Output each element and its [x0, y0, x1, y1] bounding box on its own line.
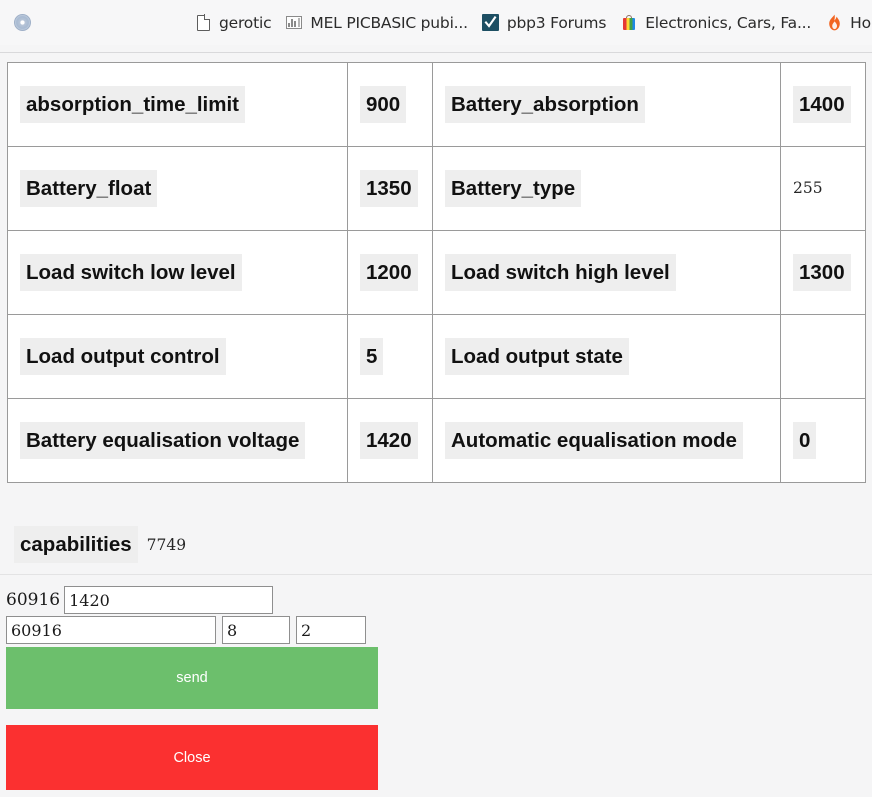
- shopping-bag-icon: [620, 14, 638, 32]
- param-value-cell: 1400: [781, 63, 866, 147]
- param-value: 1400: [793, 86, 851, 123]
- param-label: Battery equalisation voltage: [20, 422, 305, 459]
- param-value-cell: 1300: [781, 231, 866, 315]
- param-value-cell: 1350: [348, 147, 433, 231]
- flame-icon: [825, 14, 843, 32]
- param-value: 255: [793, 177, 823, 201]
- chart-icon: [285, 14, 303, 32]
- send-button[interactable]: send: [6, 647, 378, 709]
- param-name-cell: Battery equalisation voltage: [8, 399, 348, 483]
- param-value: 1420: [360, 422, 418, 459]
- bookmark-label: Electronics, Cars, Fa...: [645, 14, 811, 32]
- param-name-cell: Battery_absorption: [433, 63, 781, 147]
- param-label: Load output control: [20, 338, 226, 375]
- param-value-cell: 0: [781, 399, 866, 483]
- param-value: 1300: [793, 254, 851, 291]
- table-row: Load output control 5 Load output state: [8, 315, 866, 399]
- param-value-cell: 255: [781, 147, 866, 231]
- register-type-input[interactable]: [296, 616, 366, 644]
- param-label: absorption_time_limit: [20, 86, 245, 123]
- checkmark-square-icon: [482, 14, 500, 32]
- capabilities-label: capabilities: [14, 526, 138, 563]
- param-name-cell: absorption_time_limit: [8, 63, 348, 147]
- param-value-cell: 900: [348, 63, 433, 147]
- table-row: Load switch low level 1200 Load switch h…: [8, 231, 866, 315]
- page-content: absorption_time_limit 900 Battery_absorp…: [0, 53, 872, 797]
- param-label: Load switch high level: [445, 254, 676, 291]
- bookmark-label: gerotic: [219, 14, 271, 32]
- parameters-table: absorption_time_limit 900 Battery_absorp…: [7, 62, 866, 483]
- table-row: absorption_time_limit 900 Battery_absorp…: [8, 63, 866, 147]
- capabilities-row: capabilities 7749: [14, 526, 186, 563]
- register-params-row: [6, 616, 366, 644]
- bookmark-item-electronics-cars[interactable]: Electronics, Cars, Fa...: [613, 8, 818, 38]
- param-label: Automatic equalisation mode: [445, 422, 743, 459]
- table-row: Battery equalisation voltage 1420 Automa…: [8, 399, 866, 483]
- register-value-row: 60916: [6, 586, 273, 614]
- param-label: Battery_float: [20, 170, 157, 207]
- param-label: Battery_type: [445, 170, 581, 207]
- bookmark-item-mel-picbasic[interactable]: MEL PICBASIC pubi...: [278, 8, 474, 38]
- param-value: 1200: [360, 254, 418, 291]
- capabilities-value: 7749: [147, 536, 186, 554]
- register-label: 60916: [6, 590, 60, 610]
- bookmark-item-gerotic[interactable]: gerotic: [187, 8, 278, 38]
- param-value: 900: [360, 86, 406, 123]
- param-value-cell: 5: [348, 315, 433, 399]
- param-label: Load switch low level: [20, 254, 242, 291]
- param-name-cell: Load output control: [8, 315, 348, 399]
- param-name-cell: Battery_type: [433, 147, 781, 231]
- document-icon: [194, 14, 212, 32]
- param-name-cell: Load switch low level: [8, 231, 348, 315]
- table-row: Battery_float 1350 Battery_type 255: [8, 147, 866, 231]
- disc-icon[interactable]: [5, 6, 39, 40]
- bookmark-label: pbp3 Forums: [507, 14, 606, 32]
- close-button[interactable]: Close: [6, 725, 378, 790]
- param-label: Battery_absorption: [445, 86, 645, 123]
- browser-bookmark-bar: gerotic MEL PICBASIC pubi... pbp3 Forums: [0, 0, 872, 45]
- param-name-cell: Load switch high level: [433, 231, 781, 315]
- param-name-cell: Automatic equalisation mode: [433, 399, 781, 483]
- register-length-input[interactable]: [222, 616, 290, 644]
- bookmark-item-home[interactable]: Home: [818, 8, 872, 38]
- param-label: Load output state: [445, 338, 629, 375]
- param-value: 1350: [360, 170, 418, 207]
- param-value: 5: [360, 338, 383, 375]
- param-value-cell: 1420: [348, 399, 433, 483]
- param-value-cell: 1200: [348, 231, 433, 315]
- bookmark-item-pbp3-forums[interactable]: pbp3 Forums: [475, 8, 613, 38]
- param-name-cell: Battery_float: [8, 147, 348, 231]
- bookmark-list: gerotic MEL PICBASIC pubi... pbp3 Forums: [187, 8, 872, 38]
- param-name-cell: Load output state: [433, 315, 781, 399]
- param-value-cell: [781, 315, 866, 399]
- bookmark-label: MEL PICBASIC pubi...: [310, 14, 467, 32]
- register-address-input[interactable]: [6, 616, 216, 644]
- register-value-input[interactable]: [64, 586, 273, 614]
- section-divider: [0, 574, 872, 575]
- param-value: 0: [793, 422, 816, 459]
- bookmark-label: Home: [850, 14, 872, 32]
